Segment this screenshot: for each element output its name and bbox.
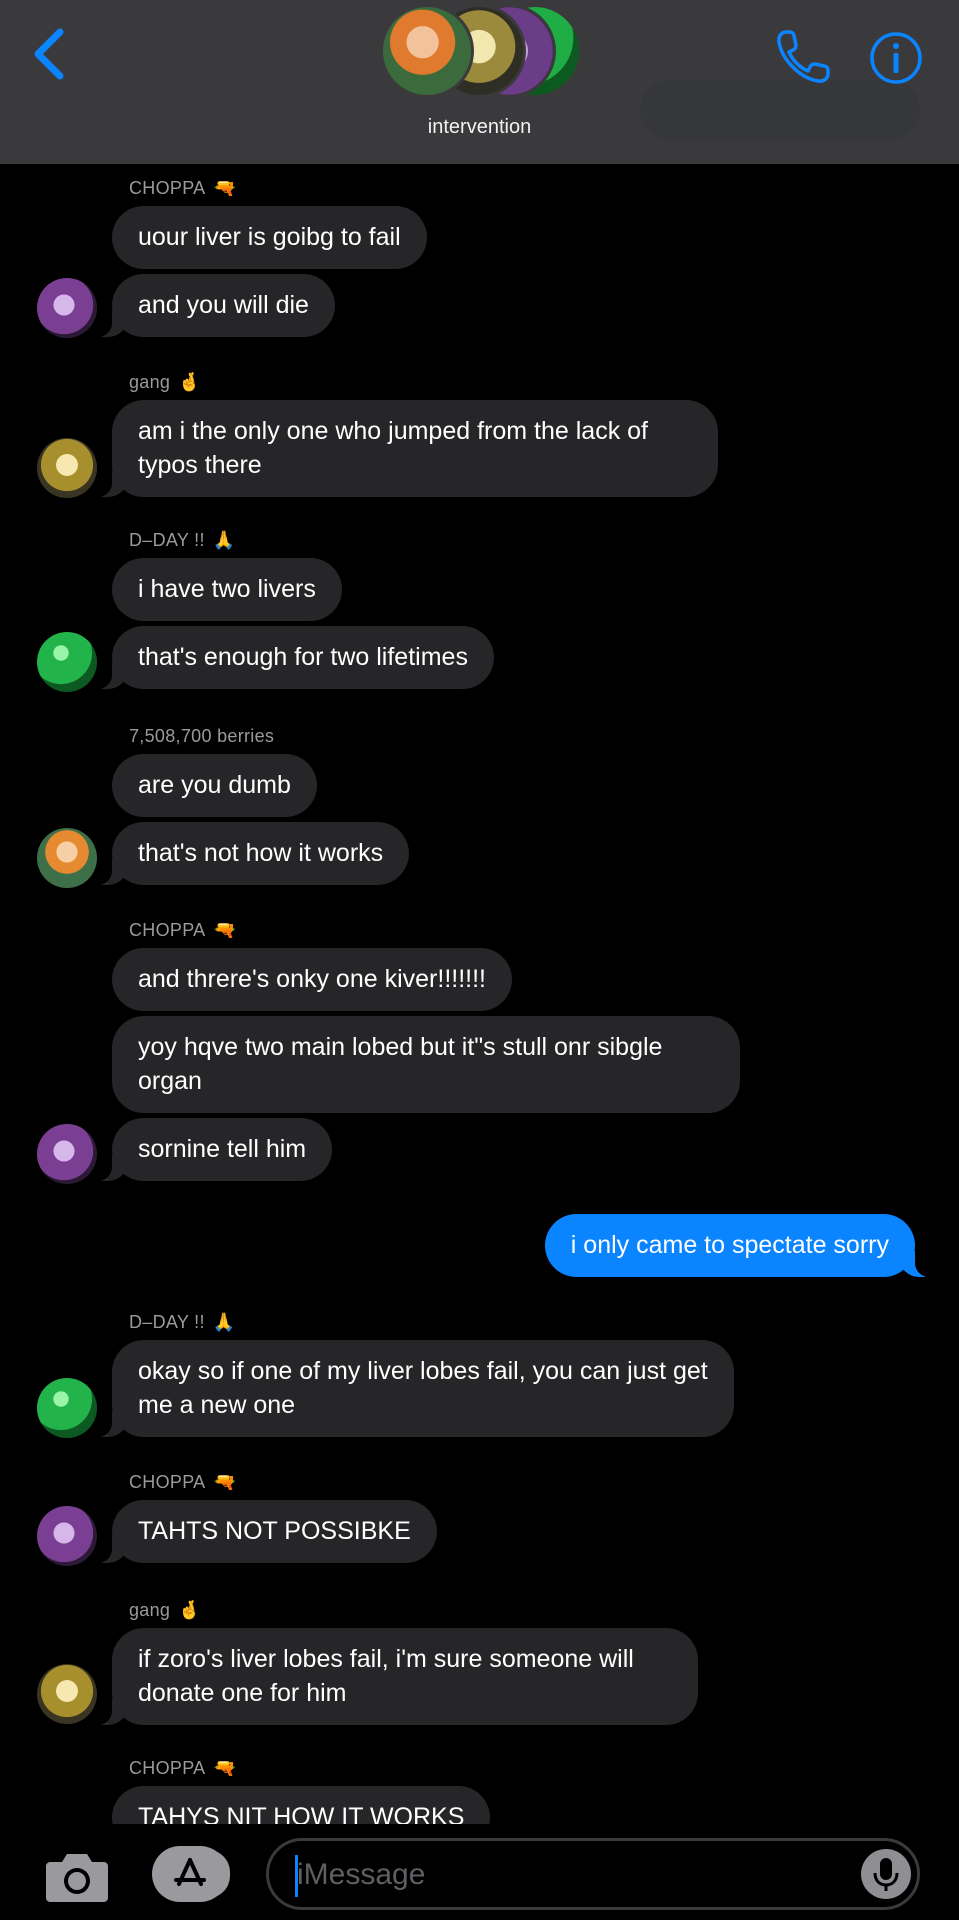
sender-label: CHOPPA 🔫: [129, 1472, 236, 1493]
avatar[interactable]: [37, 828, 97, 888]
avatar[interactable]: [37, 1378, 97, 1438]
avatar: [380, 4, 474, 98]
app-store-button[interactable]: [152, 1846, 230, 1902]
back-button[interactable]: [28, 22, 78, 86]
group-avatar-stack[interactable]: [380, 4, 582, 100]
conversation-header: intervention: [0, 0, 959, 164]
sender-name: gang: [129, 1600, 171, 1620]
sender-name: D–DAY !!: [129, 1312, 205, 1332]
camera-button[interactable]: [44, 1848, 110, 1904]
dictation-button[interactable]: [861, 1849, 911, 1899]
sender-label: CHOPPA 🔫: [129, 178, 236, 199]
message-input[interactable]: [297, 1853, 817, 1897]
message-bubble[interactable]: TAHYS NIT HOW IT WORKS: [112, 1786, 491, 1824]
app-store-icon: [174, 1858, 206, 1886]
message-bubble[interactable]: and threre's onky one kiver!!!!!!!: [112, 948, 512, 1011]
message-input-container[interactable]: [266, 1838, 920, 1910]
info-icon: [870, 32, 922, 84]
avatar[interactable]: [37, 438, 97, 498]
sender-label: gang 🤞: [129, 1600, 201, 1621]
message-bubble[interactable]: TAHTS NOT POSSIBKE: [90, 1500, 437, 1563]
sender-label: 7,508,700 berries: [129, 726, 274, 747]
message-bubble[interactable]: and you will die: [90, 274, 335, 337]
avatar[interactable]: [37, 1506, 97, 1566]
water-gun-emoji: 🔫: [213, 1758, 237, 1778]
message-bubble[interactable]: okay so if one of my liver lobes fail, y…: [90, 1340, 734, 1437]
message-bubble[interactable]: sornine tell him: [89, 1118, 333, 1181]
message-bubble[interactable]: uour liver is goibg to fail: [112, 206, 427, 269]
camera-icon: [46, 1854, 108, 1902]
water-gun-emoji: 🔫: [213, 920, 237, 940]
avatar[interactable]: [37, 632, 97, 692]
sender-name: 7,508,700 berries: [129, 726, 275, 746]
sender-name: CHOPPA: [129, 920, 206, 940]
conversation-title[interactable]: intervention: [0, 116, 959, 139]
microphone-icon: [873, 1858, 899, 1891]
crossed-fingers-emoji: 🤞: [178, 1600, 201, 1620]
message-bubble[interactable]: are you dumb: [112, 754, 317, 817]
sender-name: CHOPPA: [129, 1758, 206, 1778]
message-feed[interactable]: CHOPPA 🔫 uour liver is goibg to fail and…: [0, 164, 959, 1824]
crossed-fingers-emoji: 🤞: [178, 372, 201, 392]
sender-name: CHOPPA: [129, 1472, 206, 1492]
phone-icon: [777, 30, 830, 83]
sender-label: CHOPPA 🔫: [129, 920, 236, 941]
info-button[interactable]: [868, 30, 924, 86]
sender-name: gang: [129, 372, 171, 392]
sender-name: CHOPPA: [129, 178, 206, 198]
water-gun-emoji: 🔫: [213, 178, 237, 198]
message-bubble[interactable]: that's enough for two lifetimes: [90, 626, 494, 689]
message-bubble[interactable]: that's not how it works: [89, 822, 410, 885]
call-button[interactable]: [772, 26, 834, 88]
chevron-left-icon: [34, 28, 64, 80]
avatar[interactable]: [37, 278, 97, 338]
avatar[interactable]: [37, 1124, 97, 1184]
sender-label: CHOPPA 🔫: [129, 1758, 236, 1779]
folded-hands-emoji: 🙏: [212, 1312, 236, 1332]
message-bubble[interactable]: am i the only one who jumped from the la…: [90, 400, 718, 497]
folded-hands-emoji: 🙏: [212, 530, 236, 550]
sender-name: D–DAY !!: [129, 530, 205, 550]
message-bubble[interactable]: i have two livers: [112, 558, 342, 621]
message-bubble[interactable]: if zoro's liver lobes fail, i'm sure som…: [90, 1628, 698, 1725]
sender-label: D–DAY !! 🙏: [129, 1312, 235, 1333]
water-gun-emoji: 🔫: [213, 1472, 237, 1492]
message-bubble[interactable]: yoy hqve two main lobed but it"s stull o…: [112, 1016, 740, 1113]
outgoing-message-bubble[interactable]: i only came to spectate sorry: [544, 1214, 938, 1277]
sender-label: D–DAY !! 🙏: [129, 530, 235, 551]
sender-label: gang 🤞: [129, 372, 201, 393]
avatar[interactable]: [37, 1664, 97, 1724]
